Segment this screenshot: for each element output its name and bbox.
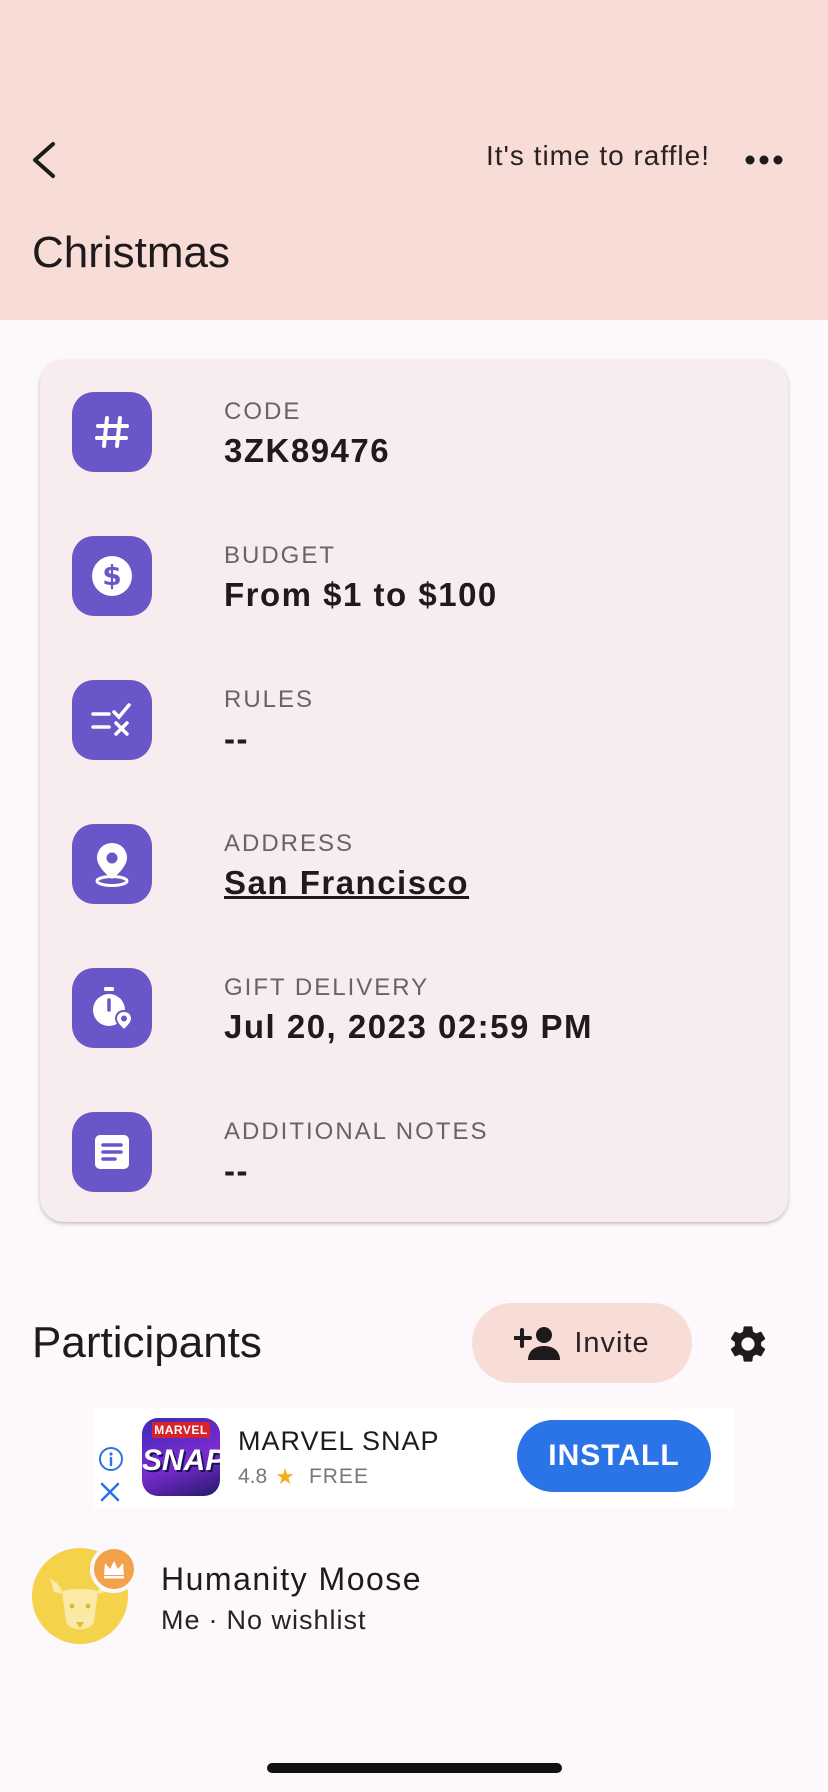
ad-banner[interactable]: MARVEL SNAP MARVEL SNAP 4.8 ★ FREE INSTA… — [94, 1408, 734, 1508]
detail-rules: RULES -- — [72, 678, 752, 762]
participant-subtitle: Me · No wishlist — [161, 1605, 367, 1636]
code-value[interactable]: 3ZK89476 — [224, 432, 390, 470]
invite-label: Invite — [574, 1326, 650, 1359]
home-indicator — [267, 1763, 562, 1773]
ad-app-icon-brand: MARVEL — [152, 1422, 210, 1438]
participant-name: Humanity Moose — [161, 1561, 423, 1597]
invite-button[interactable]: Invite — [472, 1303, 692, 1383]
add-person-icon — [514, 1327, 561, 1360]
budget-label: BUDGET — [224, 542, 337, 569]
rules-icon — [72, 680, 152, 760]
participants-heading: Participants — [32, 1318, 262, 1367]
detail-gift-delivery: GIFT DELIVERY Jul 20, 2023 02:59 PM — [72, 966, 752, 1050]
ad-price: FREE — [308, 1465, 369, 1488]
dollar-icon: $ — [72, 536, 152, 616]
participant-separator: · — [208, 1605, 219, 1635]
gift-delivery-value: Jul 20, 2023 02:59 PM — [224, 1008, 594, 1045]
settings-button[interactable] — [722, 1318, 774, 1370]
gear-icon — [730, 1326, 766, 1362]
star-icon: ★ — [275, 1464, 295, 1489]
page-title: Christmas — [32, 228, 231, 277]
detail-address: ADDRESS San Francisco — [72, 822, 752, 906]
participant-row[interactable]: Humanity Moose Me · No wishlist — [32, 1545, 792, 1645]
participant-role: Me — [161, 1605, 201, 1635]
rules-label: RULES — [224, 686, 315, 713]
event-details-card: CODE 3ZK89476 $ BUDGET From $1 to $100 R… — [40, 360, 788, 1222]
detail-code: CODE 3ZK89476 — [72, 390, 752, 474]
rules-value: -- — [224, 720, 249, 757]
ad-info-icon[interactable] — [98, 1446, 124, 1477]
detail-notes: ADDITIONAL NOTES -- — [72, 1110, 752, 1194]
gift-delivery-label: GIFT DELIVERY — [224, 974, 430, 1001]
more-options-button[interactable] — [738, 140, 790, 180]
address-label: ADDRESS — [224, 830, 355, 857]
more-horizontal-icon — [745, 155, 783, 165]
app-header: It's time to raffle! Christmas — [0, 0, 828, 320]
crown-icon — [90, 1545, 138, 1593]
hash-icon — [72, 392, 152, 472]
chevron-left-icon — [33, 142, 55, 178]
ad-app-icon-title: SNAP — [142, 1444, 220, 1477]
ad-install-button[interactable]: INSTALL — [517, 1420, 711, 1492]
back-button[interactable] — [22, 130, 66, 190]
svg-text:$: $ — [102, 559, 121, 592]
ad-close-icon[interactable] — [98, 1480, 122, 1509]
ad-rating: 4.8 — [238, 1465, 268, 1488]
notes-icon — [72, 1112, 152, 1192]
notes-value: -- — [224, 1152, 249, 1189]
budget-value: From $1 to $100 — [224, 576, 498, 613]
ad-app-icon[interactable]: MARVEL SNAP — [142, 1418, 220, 1496]
location-icon — [72, 824, 152, 904]
address-link[interactable]: San Francisco — [224, 864, 469, 902]
ad-app-meta: 4.8 ★ FREE — [238, 1464, 369, 1490]
notes-label: ADDITIONAL NOTES — [224, 1118, 489, 1145]
detail-budget: $ BUDGET From $1 to $100 — [72, 534, 752, 618]
code-label: CODE — [224, 398, 302, 425]
participant-wishlist: No wishlist — [226, 1605, 367, 1635]
raffle-button[interactable]: It's time to raffle! — [420, 140, 710, 180]
ad-app-name[interactable]: MARVEL SNAP — [238, 1426, 440, 1457]
timer-location-icon — [72, 968, 152, 1048]
